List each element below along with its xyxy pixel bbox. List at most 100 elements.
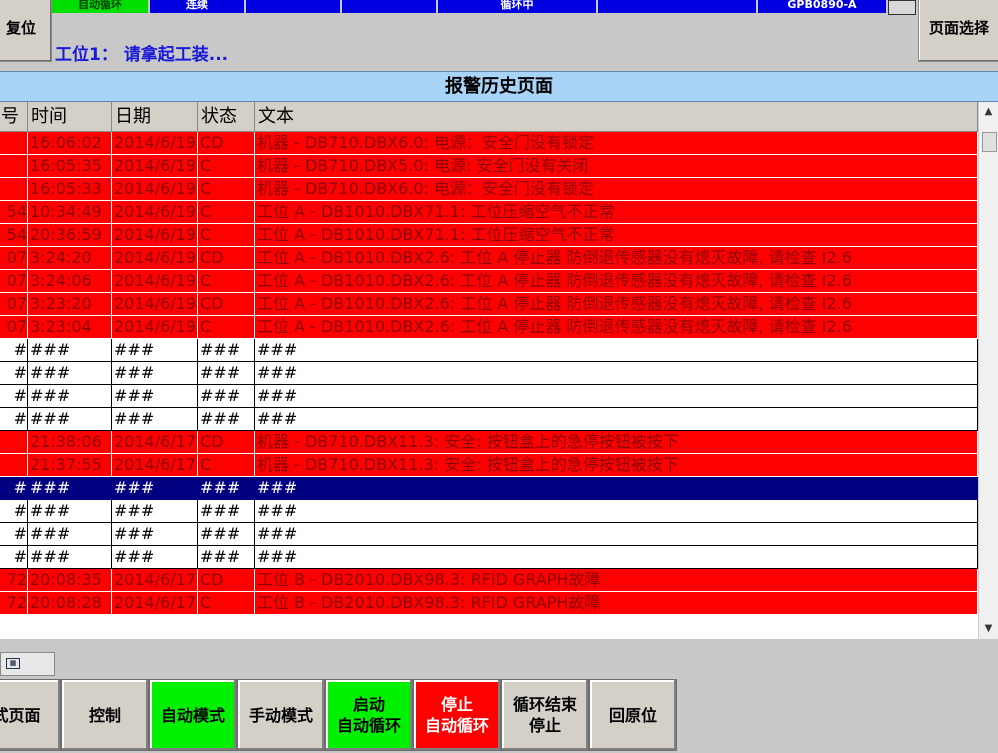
column-header-state[interactable]: 状态: [198, 102, 255, 131]
cell-state: C: [198, 270, 255, 293]
vertical-scrollbar[interactable]: ▲ ▼: [978, 102, 998, 639]
scroll-thumb[interactable]: [982, 132, 997, 152]
table-row[interactable]: 07 3:23:20 2014/6/19 CD 工位 A - DB1010.DBX2.6…: [0, 293, 978, 316]
cell-date: ###: [112, 523, 198, 546]
alarm-history-table[interactable]: 号 时间 日期 状态 文本 16:06:02 2014/6/19 CD 机器 - DB…: [0, 102, 998, 639]
table-row[interactable]: # ### ### ### ###: [0, 339, 978, 362]
cell-state: CD: [198, 569, 255, 592]
cell-text: 工位 B - DB2010.DBX98.3: RFID GRAPH故障: [255, 592, 978, 615]
cell-date: ###: [112, 500, 198, 523]
cell-state: ###: [198, 523, 255, 546]
control-button[interactable]: 控制: [61, 679, 149, 751]
cell-number: #: [0, 477, 28, 500]
column-header-date[interactable]: 日期: [112, 102, 198, 131]
table-row[interactable]: 54 10:34:49 2014/6/19 C 工位 A - DB1010.DBX71.…: [0, 201, 978, 224]
table-row[interactable]: 07 3:24:20 2014/6/19 CD 工位 A - DB1010.DBX2.6…: [0, 247, 978, 270]
stop-auto-cycle-button[interactable]: 停止 自动循环: [413, 679, 501, 751]
cell-time: ###: [28, 362, 112, 385]
cell-text: 工位 A - DB1010.DBX71.1: 工位压缩空气不正常: [255, 224, 978, 247]
table-header-row: 号 时间 日期 状态 文本: [0, 102, 978, 132]
column-header-text[interactable]: 文本: [255, 102, 978, 131]
cell-date: ###: [112, 385, 198, 408]
status-cell: 连续: [150, 0, 244, 13]
table-row[interactable]: 72 20:08:28 2014/6/17 C 工位 B - DB2010.DBX98.…: [0, 592, 978, 615]
auto-mode-button[interactable]: 自动模式: [149, 679, 237, 751]
cell-number: #: [0, 546, 28, 569]
start-auto-cycle-button[interactable]: 启动 自动循环: [325, 679, 413, 751]
cell-text: 工位 A - DB1010.DBX2.6: 工位 A 停止器 防倒退传感器没有熄…: [255, 293, 978, 316]
scroll-up-arrow-icon[interactable]: ▲: [979, 102, 998, 122]
cell-number: 07: [0, 316, 28, 339]
table-row[interactable]: 16:06:02 2014/6/19 CD 机器 - DB710.DBX6.0: 电源…: [0, 132, 978, 155]
reset-button[interactable]: 复位: [0, 0, 52, 62]
cell-state: ###: [198, 362, 255, 385]
cell-text: 机器 - DB710.DBX6.0: 电源：安全门没有锁定: [255, 178, 978, 201]
cell-text: ###: [255, 523, 978, 546]
page-select-label: 页面选择: [928, 19, 989, 37]
table-row[interactable]: 72 20:08:35 2014/6/17 CD 工位 B - DB2010.DBX98…: [0, 569, 978, 592]
table-row[interactable]: 07 3:24:06 2014/6/19 C 工位 A - DB1010.DBX2.6:…: [0, 270, 978, 293]
scroll-down-arrow-icon[interactable]: ▼: [979, 619, 998, 639]
cycle-end-stop-button[interactable]: 循环结束 停止: [501, 679, 589, 751]
calendar-widget[interactable]: ▦: [0, 652, 55, 676]
cell-text: ###: [255, 500, 978, 523]
cell-number: [0, 155, 28, 178]
test-page-button[interactable]: 式页面: [0, 679, 61, 751]
table-row[interactable]: # ### ### ### ###: [0, 362, 978, 385]
cell-date: 2014/6/17: [112, 569, 198, 592]
status-cell: [598, 0, 756, 13]
page-select-button[interactable]: 页面选择: [918, 0, 998, 62]
cell-date: ###: [112, 477, 198, 500]
page-title-bar: 报警历史页面: [0, 71, 998, 102]
table-row[interactable]: # ### ### ### ###: [0, 523, 978, 546]
cell-date: 2014/6/19: [112, 155, 198, 178]
cell-number: [0, 132, 28, 155]
table-row[interactable]: # ### ### ### ###: [0, 385, 978, 408]
cell-date: ###: [112, 362, 198, 385]
page-title: 报警历史页面: [445, 76, 553, 97]
table-row[interactable]: # ### ### ### ###: [0, 546, 978, 569]
table-row[interactable]: 54 20:36:59 2014/6/19 C 工位 A - DB1010.DBX71.…: [0, 224, 978, 247]
cell-time: ###: [28, 339, 112, 362]
table-row[interactable]: 21:37:55 2014/6/17 C 机器 - DB710.DBX11.3: 安全…: [0, 454, 978, 477]
cell-number: 54: [0, 201, 28, 224]
reset-label: 复位: [5, 19, 36, 37]
cell-date: 2014/6/19: [112, 201, 198, 224]
test-page-button-label: 式页面: [0, 705, 41, 725]
cell-number: 07: [0, 270, 28, 293]
control-button-label: 控制: [88, 705, 121, 725]
cell-time: 3:24:20: [28, 247, 112, 270]
cell-date: 2014/6/19: [112, 224, 198, 247]
cycle-end-stop-button-label: 循环结束 停止: [512, 695, 577, 735]
return-home-button[interactable]: 回原位: [589, 679, 677, 751]
table-row[interactable]: # ### ### ### ###: [0, 500, 978, 523]
column-header-number[interactable]: 号: [0, 102, 28, 131]
table-row[interactable]: 21:38:06 2014/6/17 CD 机器 - DB710.DBX11.3: 安…: [0, 431, 978, 454]
cell-date: 2014/6/19: [112, 270, 198, 293]
bottom-button-bar: 式页面 控制 自动模式 手动模式 启动 自动循环 停止 自动循环 循环结束 停止 回原位: [0, 679, 998, 753]
table-row[interactable]: 16:05:35 2014/6/19 C 机器 - DB710.DBX5.0: 电源:…: [0, 155, 978, 178]
cell-text: 机器 - DB710.DBX5.0: 电源: 安全门没有关闭: [255, 155, 978, 178]
cell-time: 20:36:59: [28, 224, 112, 247]
cell-number: #: [0, 500, 28, 523]
table-row[interactable]: 07 3:23:04 2014/6/19 C 工位 A - DB1010.DBX2.6:…: [0, 316, 978, 339]
cell-number: 07: [0, 293, 28, 316]
table-row[interactable]: 16:05:33 2014/6/19 C 机器 - DB710.DBX6.0: 电源：…: [0, 178, 978, 201]
cell-state: CD: [198, 247, 255, 270]
cell-number: 54: [0, 224, 28, 247]
cell-text: 工位 A - DB1010.DBX2.6: 工位 A 停止器 防倒退传感器没有熄…: [255, 270, 978, 293]
cell-time: 16:05:33: [28, 178, 112, 201]
manual-mode-button[interactable]: 手动模式: [237, 679, 325, 751]
cell-state: C: [198, 155, 255, 178]
cell-text: ###: [255, 339, 978, 362]
column-header-time[interactable]: 时间: [28, 102, 112, 131]
cell-text: ###: [255, 362, 978, 385]
cell-number: #: [0, 339, 28, 362]
cell-date: ###: [112, 546, 198, 569]
cell-time: 3:24:06: [28, 270, 112, 293]
table-row[interactable]: # ### ### ### ###: [0, 408, 978, 431]
cell-state: ###: [198, 500, 255, 523]
table-row[interactable]: # ### ### ### ###: [0, 477, 978, 500]
cell-number: 72: [0, 592, 28, 615]
manual-mode-button-label: 手动模式: [248, 705, 313, 725]
